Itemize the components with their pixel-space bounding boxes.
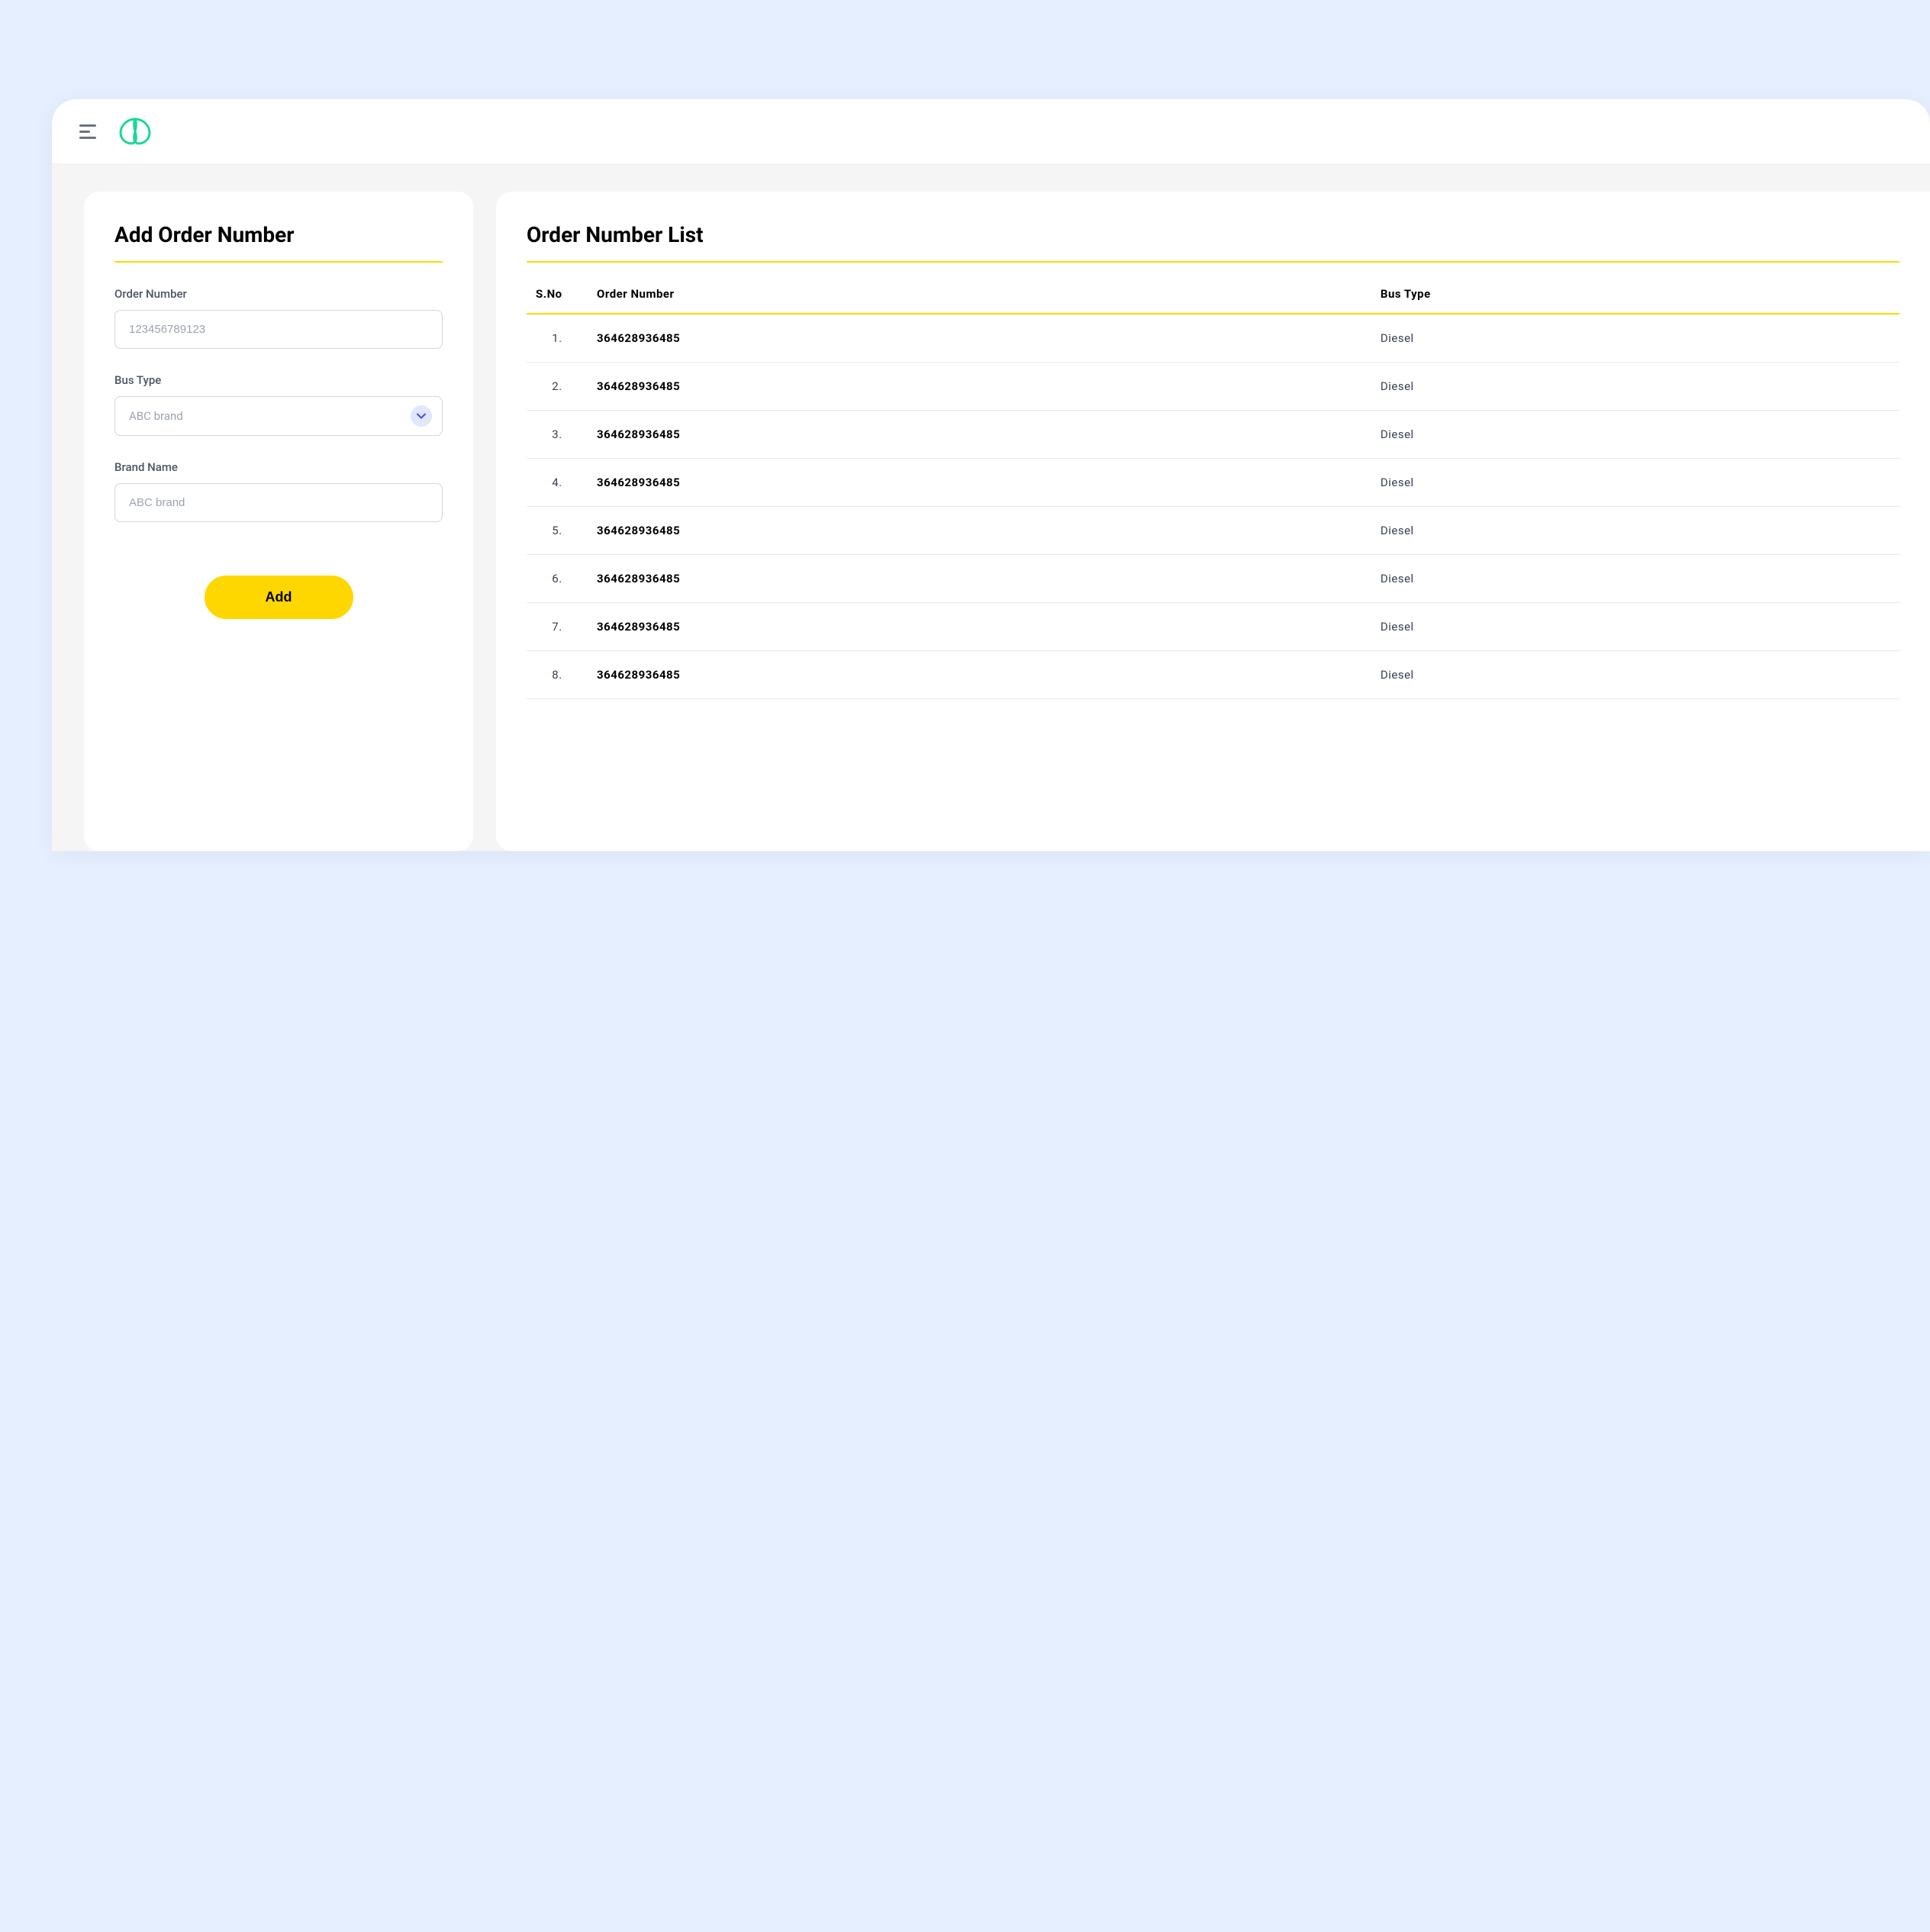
order-number-group: Order Number (114, 287, 443, 349)
order-list-card: Order Number List S.No Order Number Bus … (496, 192, 1930, 851)
menu-icon[interactable] (79, 124, 96, 139)
cell-sno: 4. (527, 459, 588, 507)
cell-order-number: 364628936485 (588, 555, 1371, 603)
cell-sno: 1. (527, 314, 588, 363)
order-table-body: 1.364628936485Diesel2.364628936485Diesel… (527, 314, 1899, 699)
cell-sno: 3. (527, 411, 588, 459)
table-row: 8.364628936485Diesel (527, 651, 1899, 699)
table-row: 4.364628936485Diesel (527, 459, 1899, 507)
bus-type-group: Bus Type ABC brand (114, 373, 443, 436)
table-header-bus-type: Bus Type (1371, 287, 1899, 314)
cell-order-number: 364628936485 (588, 651, 1371, 699)
bus-type-label: Bus Type (114, 373, 443, 387)
cell-order-number: 364628936485 (588, 363, 1371, 411)
cell-bus-type: Diesel (1371, 603, 1899, 651)
cell-sno: 2. (527, 363, 588, 411)
cell-bus-type: Diesel (1371, 363, 1899, 411)
add-button[interactable]: Add (205, 576, 353, 619)
add-order-card: Add Order Number Order Number Bus Type A… (84, 192, 473, 851)
brand-name-group: Brand Name (114, 460, 443, 522)
order-number-input[interactable] (114, 310, 443, 349)
cell-bus-type: Diesel (1371, 459, 1899, 507)
app-logo (118, 116, 153, 147)
order-list-title: Order Number List (527, 222, 1899, 263)
table-row: 2.364628936485Diesel (527, 363, 1899, 411)
cell-bus-type: Diesel (1371, 314, 1899, 363)
cell-order-number: 364628936485 (588, 459, 1371, 507)
cell-sno: 7. (527, 603, 588, 651)
brand-name-label: Brand Name (114, 460, 443, 474)
cell-order-number: 364628936485 (588, 411, 1371, 459)
cell-order-number: 364628936485 (588, 603, 1371, 651)
brand-name-input[interactable] (114, 483, 443, 522)
cell-bus-type: Diesel (1371, 555, 1899, 603)
cell-sno: 5. (527, 507, 588, 555)
table-row: 3.364628936485Diesel (527, 411, 1899, 459)
order-table: S.No Order Number Bus Type 1.36462893648… (527, 287, 1899, 699)
order-number-label: Order Number (114, 287, 443, 301)
cell-bus-type: Diesel (1371, 651, 1899, 699)
cell-sno: 6. (527, 555, 588, 603)
main-content: Add Order Number Order Number Bus Type A… (52, 164, 1930, 851)
table-row: 7.364628936485Diesel (527, 603, 1899, 651)
cell-bus-type: Diesel (1371, 507, 1899, 555)
table-header-order-number: Order Number (588, 287, 1371, 314)
table-row: 1.364628936485Diesel (527, 314, 1899, 363)
cell-bus-type: Diesel (1371, 411, 1899, 459)
cell-sno: 8. (527, 651, 588, 699)
table-row: 5.364628936485Diesel (527, 507, 1899, 555)
cell-order-number: 364628936485 (588, 314, 1371, 363)
cell-order-number: 364628936485 (588, 507, 1371, 555)
table-header-sno: S.No (527, 287, 588, 314)
table-row: 6.364628936485Diesel (527, 555, 1899, 603)
app-container: Add Order Number Order Number Bus Type A… (52, 99, 1930, 851)
bus-type-select[interactable]: ABC brand (114, 396, 443, 436)
bus-type-select-wrapper: ABC brand (114, 396, 443, 436)
app-header (52, 99, 1930, 164)
add-order-title: Add Order Number (114, 222, 443, 263)
